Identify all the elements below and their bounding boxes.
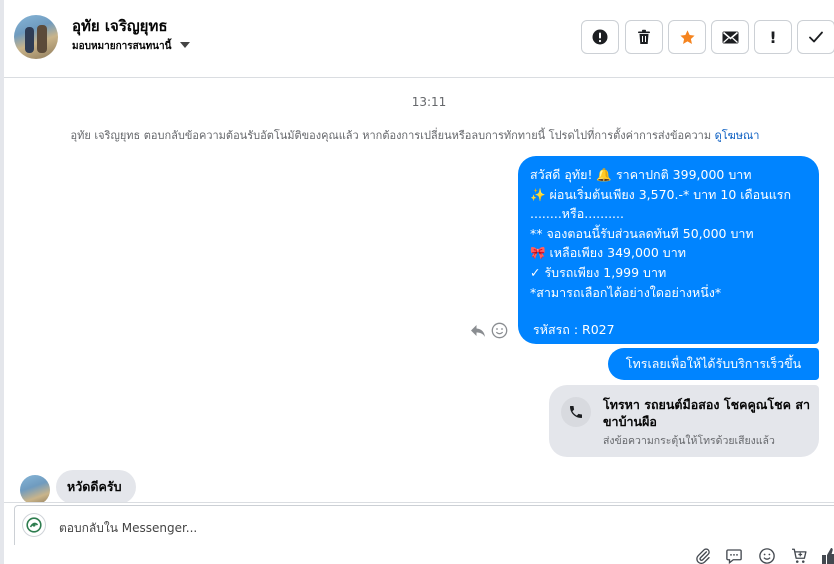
reply-icon[interactable] (470, 323, 486, 342)
call-request-card[interactable]: โทรหา รถยนต์มือสอง โชคคูณโชค สาขาบ้านผือ… (549, 385, 819, 457)
follow-up-button[interactable]: ! (754, 20, 792, 54)
done-button[interactable] (797, 20, 834, 54)
cta-message-bubble[interactable]: โทรเลยเพื่อให้ได้รับบริการเร็วขึ้น (608, 348, 819, 380)
incoming-message-bubble[interactable]: หวัดดีครับ (56, 470, 136, 504)
exclamation-icon: ! (769, 27, 777, 47)
car-code: รหัสรถ : R027 (533, 322, 615, 338)
message-timestamp: 13:11 (411, 95, 447, 109)
saved-replies-icon[interactable] (725, 547, 743, 564)
mark-unread-button[interactable] (711, 20, 749, 54)
message-composer: ตอบกลับใน Messenger... (4, 502, 834, 564)
message-line: *สามารถเลือกได้อย่างใดอย่างหนึ่ง* (530, 284, 722, 300)
mark-spam-button[interactable] (581, 20, 619, 54)
left-panel-edge (0, 0, 4, 564)
star-button[interactable] (668, 20, 706, 54)
message-line: ✓ รับรถเพียง 1,999 บาท (530, 264, 667, 280)
emoji-icon[interactable] (758, 547, 776, 564)
reply-placeholder: ตอบกลับใน Messenger... (59, 521, 198, 535)
conversation-header: อุทัย เจริญยุทธ มอบหมายการสนทนานี้ ! (4, 0, 834, 78)
call-card-subtitle: ส่งข้อความกระตุ้นให้โทรด้วยเสียงแล้ว (603, 435, 775, 447)
page-logo-icon (22, 513, 46, 537)
delete-button[interactable] (625, 20, 663, 54)
call-card-title: โทรหา รถยนต์มือสอง โชคคูณโชค สาขาบ้านผือ (603, 397, 810, 429)
message-line: ✨ ผ่อนเริ่มต้นเพียง 3,570.-* บาท 10 เดือ… (530, 186, 792, 202)
message-line: สวัสดี อุทัย! 🔔 ราคาปกติ 399,000 บาท (530, 167, 752, 182)
contact-avatar[interactable] (14, 15, 58, 59)
paperclip-icon[interactable] (694, 547, 712, 564)
alert-circle-icon (592, 29, 608, 45)
contact-name[interactable]: อุทัย เจริญยุทธ (72, 14, 168, 38)
trash-icon (638, 29, 650, 44)
auto-reply-notice: อุทัย เจริญยุทธ ตอบกลับข้อความต้อนรับอัต… (20, 126, 810, 144)
react-emoji-icon[interactable] (491, 322, 508, 343)
star-icon (679, 29, 695, 44)
message-line: ........หรือ.......... (530, 206, 624, 222)
chevron-down-icon[interactable] (180, 42, 190, 48)
view-ad-link[interactable]: ดูโฆษณา (715, 129, 760, 142)
outgoing-message-bubble[interactable]: สวัสดี อุทัย! 🔔 ราคาปกติ 399,000 บาท ✨ ผ… (518, 156, 819, 344)
message-line: 🎀 เหลือเพียง 349,000 บาท (530, 245, 686, 261)
notice-text: อุทัย เจริญยุทธ ตอบกลับข้อความต้อนรับอัต… (70, 129, 712, 142)
check-icon (809, 31, 823, 43)
envelope-icon (722, 31, 738, 43)
cart-icon[interactable] (790, 547, 809, 564)
assign-conversation-label[interactable]: มอบหมายการสนทนานี้ (72, 39, 171, 54)
phone-icon (561, 397, 591, 427)
message-line: ** จองตอนนี้รับส่วนลดทันที 50,000 บาท (530, 225, 754, 241)
contact-avatar-small (20, 475, 50, 505)
like-icon[interactable] (822, 547, 834, 564)
reply-input[interactable]: ตอบกลับใน Messenger... (14, 505, 834, 545)
